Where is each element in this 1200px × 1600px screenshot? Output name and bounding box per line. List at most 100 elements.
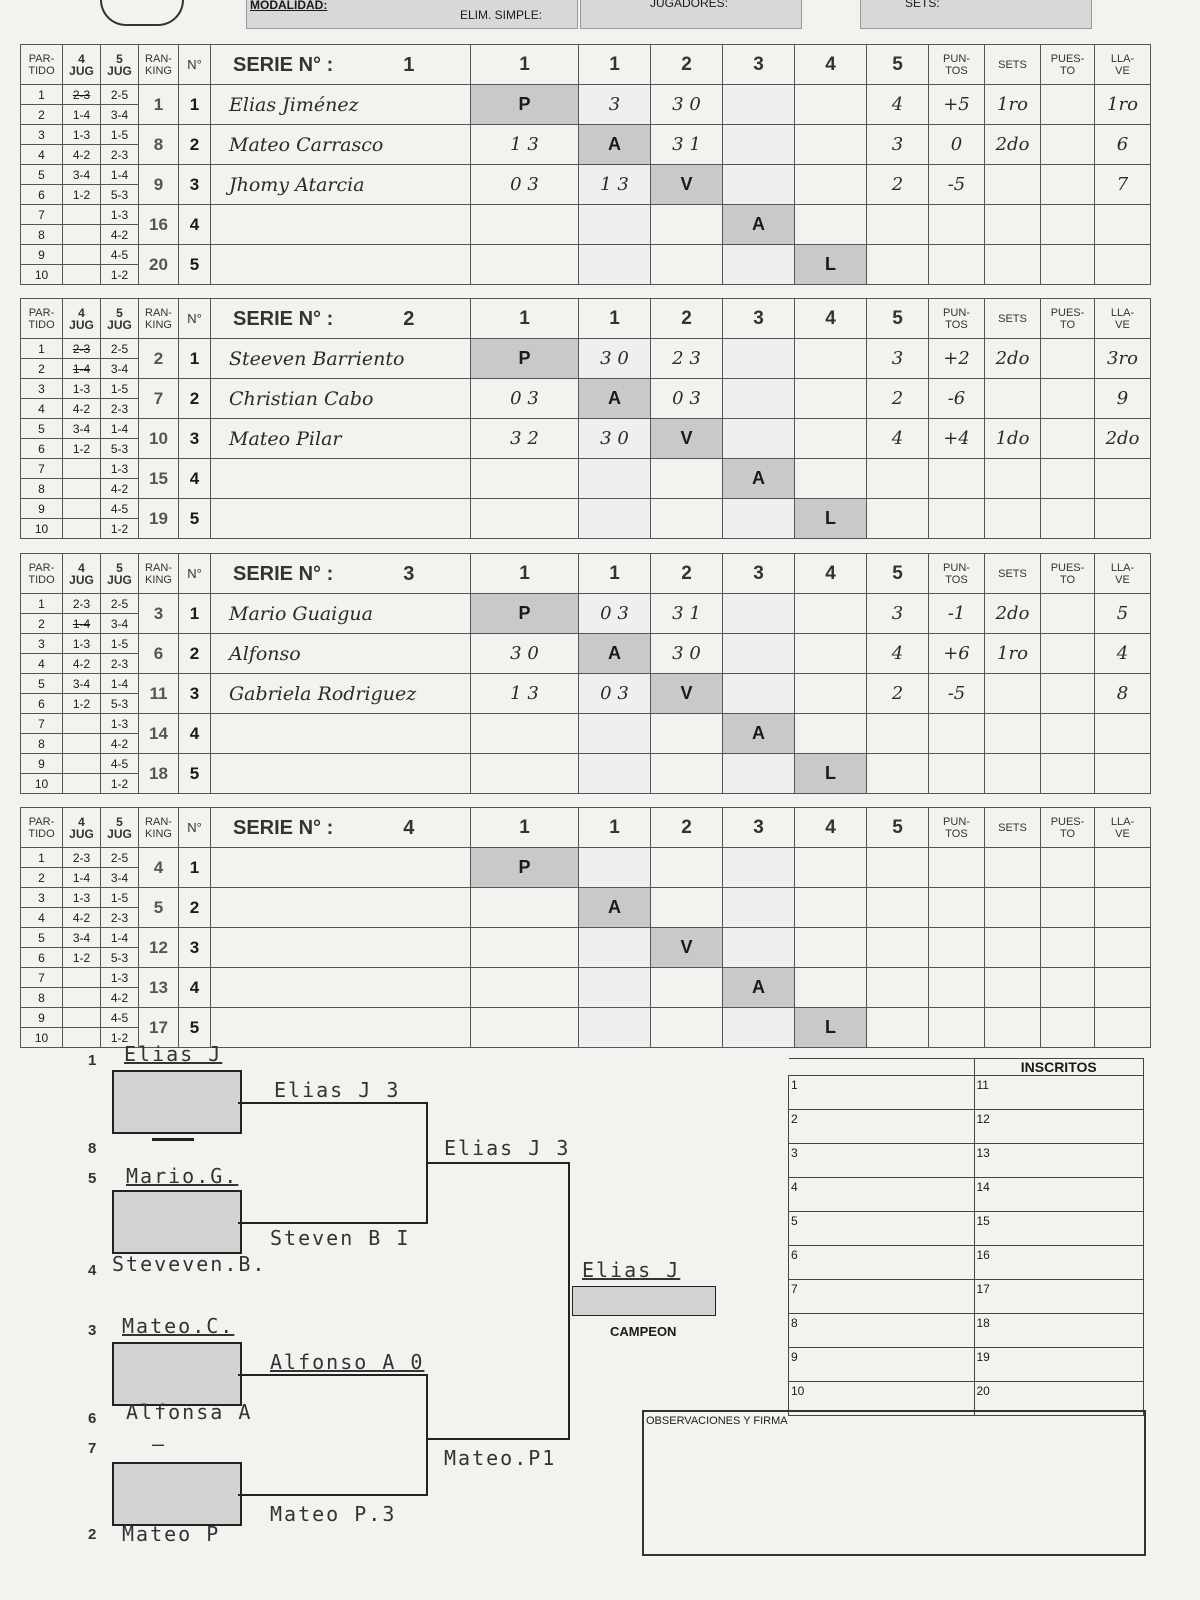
score-cell[interactable]	[650, 498, 723, 539]
player-llave[interactable]	[1040, 204, 1095, 245]
player-llave[interactable]	[1040, 124, 1095, 165]
player-llave[interactable]	[1040, 967, 1095, 1008]
score-cell[interactable]: 3	[578, 84, 651, 125]
player-sets[interactable]: +2	[928, 338, 985, 379]
player-sets[interactable]	[928, 753, 985, 794]
score-cell[interactable]	[794, 204, 867, 245]
player-pfinal[interactable]	[1094, 967, 1151, 1008]
score-cell[interactable]	[794, 633, 867, 674]
player-puntos[interactable]: 4	[866, 633, 929, 674]
player-puesto[interactable]: 1ro	[984, 84, 1041, 125]
player-puesto[interactable]	[984, 244, 1041, 285]
score-cell[interactable]: 1 3	[470, 124, 579, 165]
score-cell[interactable]: 0 3	[578, 593, 651, 634]
player-puntos[interactable]: 4	[866, 418, 929, 459]
inscrito-right[interactable]: 12	[973, 1109, 1144, 1144]
score-cell[interactable]	[722, 418, 795, 459]
player-name[interactable]: Gabriela Rodriguez	[210, 673, 471, 714]
player-name[interactable]: Mateo Carrasco	[210, 124, 471, 165]
score-cell[interactable]	[650, 204, 723, 245]
player-sets[interactable]	[928, 713, 985, 754]
score-cell[interactable]	[470, 244, 579, 285]
score-cell[interactable]	[722, 1007, 795, 1048]
score-cell[interactable]	[578, 927, 651, 968]
inscrito-right[interactable]: 11	[973, 1075, 1144, 1110]
player-puntos[interactable]	[866, 458, 929, 499]
score-cell[interactable]	[470, 458, 579, 499]
score-cell[interactable]: 0 3	[650, 378, 723, 419]
player-sets[interactable]: +4	[928, 418, 985, 459]
inscrito-right[interactable]: 19	[973, 1347, 1144, 1382]
player-name[interactable]	[210, 1007, 471, 1048]
score-cell[interactable]	[722, 338, 795, 379]
player-pfinal[interactable]: 1ro	[1094, 84, 1151, 125]
player-llave[interactable]	[1040, 713, 1095, 754]
player-sets[interactable]: +6	[928, 633, 985, 674]
score-cell[interactable]	[578, 498, 651, 539]
score-cell[interactable]	[470, 967, 579, 1008]
score-cell[interactable]: 0 3	[578, 673, 651, 714]
score-cell[interactable]	[578, 1007, 651, 1048]
player-puntos[interactable]: 3	[866, 338, 929, 379]
player-llave[interactable]	[1040, 84, 1095, 125]
score-cell[interactable]	[722, 753, 795, 794]
player-puesto[interactable]: 1do	[984, 418, 1041, 459]
player-puesto[interactable]	[984, 498, 1041, 539]
player-pfinal[interactable]: 4	[1094, 633, 1151, 674]
player-name[interactable]	[210, 753, 471, 794]
player-llave[interactable]	[1040, 1007, 1095, 1048]
score-cell[interactable]	[578, 458, 651, 499]
player-sets[interactable]	[928, 244, 985, 285]
player-puesto[interactable]	[984, 847, 1041, 888]
player-puesto[interactable]: 1ro	[984, 633, 1041, 674]
inscrito-left[interactable]: 2	[788, 1109, 975, 1144]
inscrito-right[interactable]: 18	[973, 1313, 1144, 1348]
player-puntos[interactable]	[866, 967, 929, 1008]
score-cell[interactable]	[794, 847, 867, 888]
score-cell[interactable]	[470, 713, 579, 754]
score-cell[interactable]	[722, 887, 795, 928]
score-cell[interactable]: 1 3	[470, 673, 579, 714]
player-name[interactable]	[210, 887, 471, 928]
score-cell[interactable]	[722, 673, 795, 714]
score-cell[interactable]: 0 3	[470, 164, 579, 205]
player-puesto[interactable]	[984, 673, 1041, 714]
player-name[interactable]: Mateo Pilar	[210, 418, 471, 459]
inscrito-left[interactable]: 1	[788, 1075, 975, 1110]
score-cell[interactable]	[794, 84, 867, 125]
score-cell[interactable]: 3 0	[470, 633, 579, 674]
player-puesto[interactable]: 2do	[984, 338, 1041, 379]
player-llave[interactable]	[1040, 593, 1095, 634]
score-cell[interactable]: 3 0	[650, 633, 723, 674]
score-cell[interactable]	[578, 847, 651, 888]
player-puntos[interactable]	[866, 244, 929, 285]
score-cell[interactable]: 3 1	[650, 593, 723, 634]
player-puesto[interactable]	[984, 204, 1041, 245]
player-name[interactable]	[210, 927, 471, 968]
player-pfinal[interactable]: 3ro	[1094, 338, 1151, 379]
player-llave[interactable]	[1040, 244, 1095, 285]
player-puesto[interactable]	[984, 378, 1041, 419]
score-cell[interactable]	[794, 378, 867, 419]
player-puntos[interactable]: 3	[866, 593, 929, 634]
player-llave[interactable]	[1040, 887, 1095, 928]
player-pfinal[interactable]	[1094, 244, 1151, 285]
player-puesto[interactable]	[984, 713, 1041, 754]
player-puntos[interactable]: 3	[866, 124, 929, 165]
score-cell[interactable]	[650, 244, 723, 285]
score-cell[interactable]	[794, 887, 867, 928]
score-cell[interactable]	[722, 84, 795, 125]
player-sets[interactable]: +5	[928, 84, 985, 125]
player-puntos[interactable]	[866, 847, 929, 888]
player-name[interactable]	[210, 847, 471, 888]
score-cell[interactable]: 3 0	[578, 338, 651, 379]
score-cell[interactable]	[650, 887, 723, 928]
player-puntos[interactable]	[866, 1007, 929, 1048]
player-llave[interactable]	[1040, 338, 1095, 379]
player-pfinal[interactable]	[1094, 204, 1151, 245]
score-cell[interactable]	[722, 164, 795, 205]
player-sets[interactable]	[928, 458, 985, 499]
player-puntos[interactable]	[866, 498, 929, 539]
score-cell[interactable]	[794, 164, 867, 205]
player-llave[interactable]	[1040, 458, 1095, 499]
